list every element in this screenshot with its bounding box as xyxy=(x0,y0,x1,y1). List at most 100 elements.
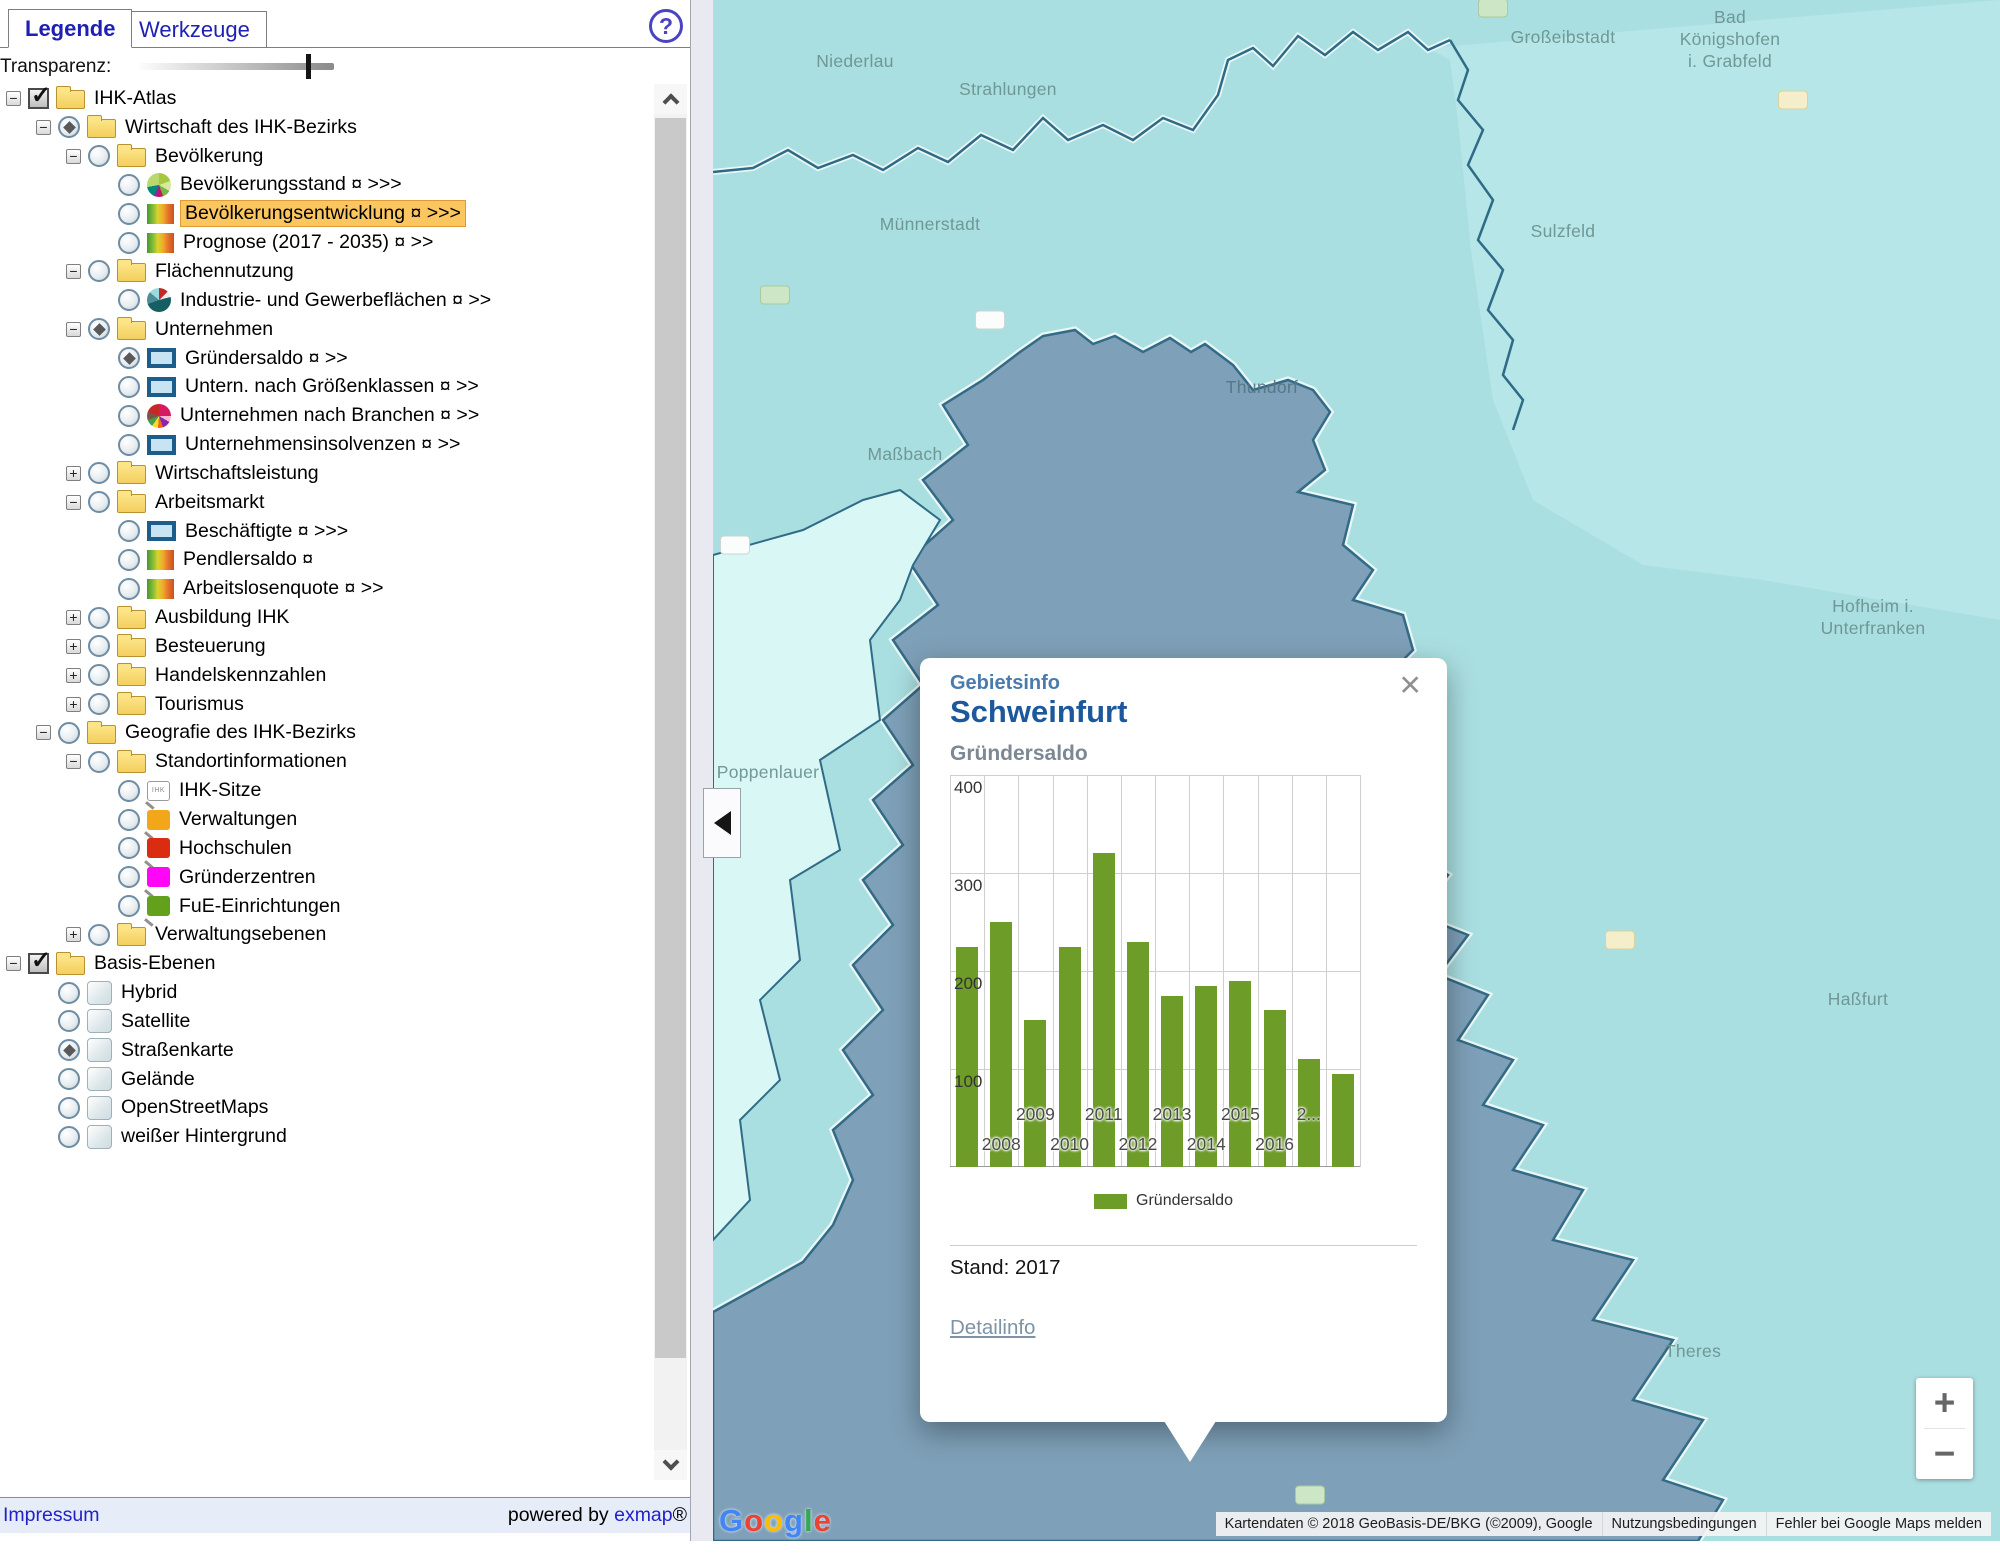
tree-row[interactable]: − Bevölkerung xyxy=(0,142,652,171)
scrollbar-thumb[interactable] xyxy=(655,118,686,1358)
layer-radio[interactable] xyxy=(58,722,80,744)
tree-row[interactable]: −Arbeitsmarkt xyxy=(0,488,652,517)
expand-toggle[interactable]: + xyxy=(66,927,81,942)
tree-row[interactable]: Bevölkerungsentwicklung ¤ >>> xyxy=(0,199,652,228)
panel-scrollbar[interactable] xyxy=(654,84,687,1480)
report-error-link[interactable]: Fehler bei Google Maps melden xyxy=(1766,1512,1991,1536)
tree-row[interactable]: −✓Basis-Ebenen xyxy=(0,949,652,978)
tree-row[interactable]: Prognose (2017 - 2035) ¤ >> xyxy=(0,228,652,257)
layer-radio[interactable] xyxy=(58,982,80,1004)
panel-collapse-button[interactable] xyxy=(703,788,741,858)
layer-label[interactable]: Straßenkarte xyxy=(119,1039,234,1062)
layer-label[interactable]: weißer Hintergrund xyxy=(119,1125,287,1148)
collapse-toggle[interactable]: − xyxy=(66,495,81,510)
layer-radio[interactable] xyxy=(88,260,110,282)
layer-checkbox[interactable]: ✓ xyxy=(28,88,49,109)
layer-label[interactable]: Geografie des IHK-Bezirks xyxy=(123,721,356,744)
tree-row[interactable]: +Wirtschaftsleistung xyxy=(0,459,652,488)
layer-radio[interactable] xyxy=(58,116,80,138)
layer-radio[interactable] xyxy=(58,1010,80,1032)
layer-radio[interactable] xyxy=(88,145,110,167)
tree-row[interactable]: Bevölkerungsstand ¤ >>> xyxy=(0,171,652,200)
layer-radio[interactable] xyxy=(58,1068,80,1090)
layer-label[interactable]: Gründersaldo ¤ >> xyxy=(183,347,348,370)
layer-label[interactable]: Bevölkerungsentwicklung ¤ >>> xyxy=(181,201,465,226)
layer-label[interactable]: Wirtschaft des IHK-Bezirks xyxy=(123,116,357,139)
zoom-out-button[interactable]: − xyxy=(1916,1429,1973,1479)
layer-label[interactable]: IHK-Atlas xyxy=(92,87,176,110)
tree-row[interactable]: IHKIHK-Sitze xyxy=(0,776,652,805)
collapse-toggle[interactable]: − xyxy=(66,754,81,769)
tree-row[interactable]: Hochschulen xyxy=(0,834,652,863)
tree-row[interactable]: Satellite xyxy=(0,1007,652,1036)
layer-radio[interactable] xyxy=(88,751,110,773)
tree-row[interactable]: + Ausbildung IHK xyxy=(0,603,652,632)
tree-row[interactable]: Untern. nach Größenklassen ¤ >> xyxy=(0,372,652,401)
expand-toggle[interactable]: + xyxy=(66,610,81,625)
layer-label[interactable]: Verwaltungen xyxy=(177,808,297,831)
layer-radio[interactable] xyxy=(118,549,140,571)
transparency-slider-handle[interactable] xyxy=(306,54,311,79)
layer-label[interactable]: Bevölkerungsstand ¤ >>> xyxy=(178,173,402,196)
tree-row[interactable]: + Besteuerung xyxy=(0,632,652,661)
layer-label[interactable]: Hochschulen xyxy=(177,837,292,860)
layer-radio[interactable] xyxy=(118,203,140,225)
layer-label[interactable]: Unternehmen nach Branchen ¤ >> xyxy=(178,404,479,427)
exmap-link[interactable]: exmap xyxy=(614,1504,673,1526)
tree-row[interactable]: +Tourismus xyxy=(0,690,652,719)
layer-radio[interactable] xyxy=(118,578,140,600)
tree-row[interactable]: Verwaltungen xyxy=(0,805,652,834)
transparency-slider-track[interactable] xyxy=(138,63,334,70)
layer-label[interactable]: Untern. nach Größenklassen ¤ >> xyxy=(183,375,479,398)
expand-toggle[interactable]: + xyxy=(66,697,81,712)
google-logo[interactable]: Google xyxy=(719,1503,832,1539)
layer-label[interactable]: Bevölkerung xyxy=(153,145,263,168)
expand-toggle[interactable]: + xyxy=(66,668,81,683)
layer-label[interactable]: Flächennutzung xyxy=(153,260,294,283)
scroll-down-button[interactable] xyxy=(654,1450,687,1480)
layer-label[interactable]: Besteuerung xyxy=(153,635,266,658)
layer-label[interactable]: Satellite xyxy=(119,1010,190,1033)
tree-row[interactable]: Unternehmen nach Branchen ¤ >> xyxy=(0,401,652,430)
chart-bar[interactable] xyxy=(990,922,1012,1167)
layer-radio[interactable] xyxy=(118,376,140,398)
layer-label[interactable]: Unternehmensinsolvenzen ¤ >> xyxy=(183,433,460,456)
expand-toggle[interactable]: + xyxy=(66,639,81,654)
layer-label[interactable]: Gründerzentren xyxy=(177,866,316,889)
tree-row[interactable]: − Wirtschaft des IHK-Bezirks xyxy=(0,113,652,142)
collapse-toggle[interactable]: − xyxy=(36,120,51,135)
layer-label[interactable]: IHK-Sitze xyxy=(177,779,261,802)
tab-legende[interactable]: Legende xyxy=(8,9,132,48)
tree-row[interactable]: −✓IHK-Atlas xyxy=(0,84,652,113)
layer-label[interactable]: OpenStreetMaps xyxy=(119,1096,268,1119)
tree-row[interactable]: OpenStreetMaps xyxy=(0,1094,652,1123)
tree-row[interactable]: Arbeitslosenquote ¤ >> xyxy=(0,574,652,603)
layer-radio[interactable] xyxy=(118,174,140,196)
chart-bar[interactable] xyxy=(1332,1074,1354,1167)
tree-row[interactable]: Industrie- und Gewerbeflächen ¤ >> xyxy=(0,286,652,315)
collapse-toggle[interactable]: − xyxy=(36,725,51,740)
layer-radio[interactable] xyxy=(88,607,110,629)
tree-row[interactable]: weißer Hintergrund xyxy=(0,1122,652,1151)
tree-row[interactable]: − Geografie des IHK-Bezirks xyxy=(0,719,652,748)
tree-row[interactable]: −Standortinformationen xyxy=(0,747,652,776)
layer-label[interactable]: Beschäftigte ¤ >>> xyxy=(183,520,348,543)
layer-radio[interactable] xyxy=(118,347,140,369)
tree-row[interactable]: Beschäftigte ¤ >>> xyxy=(0,517,652,546)
tree-row[interactable]: Straßenkarte xyxy=(0,1036,652,1065)
layer-radio[interactable] xyxy=(88,462,110,484)
layer-label[interactable]: Ausbildung IHK xyxy=(153,606,289,629)
terms-link[interactable]: Nutzungsbedingungen xyxy=(1602,1512,1766,1536)
layer-label[interactable]: Handelskennzahlen xyxy=(153,664,326,687)
layer-checkbox[interactable]: ✓ xyxy=(28,953,49,974)
layer-radio[interactable] xyxy=(88,693,110,715)
layer-radio[interactable] xyxy=(88,664,110,686)
layer-radio[interactable] xyxy=(118,434,140,456)
tree-row[interactable]: Gründersaldo ¤ >> xyxy=(0,344,652,373)
layer-radio[interactable] xyxy=(118,405,140,427)
collapse-toggle[interactable]: − xyxy=(66,149,81,164)
layer-radio[interactable] xyxy=(88,924,110,946)
layer-radio[interactable] xyxy=(118,866,140,888)
layer-radio[interactable] xyxy=(118,837,140,859)
layer-radio[interactable] xyxy=(58,1039,80,1061)
